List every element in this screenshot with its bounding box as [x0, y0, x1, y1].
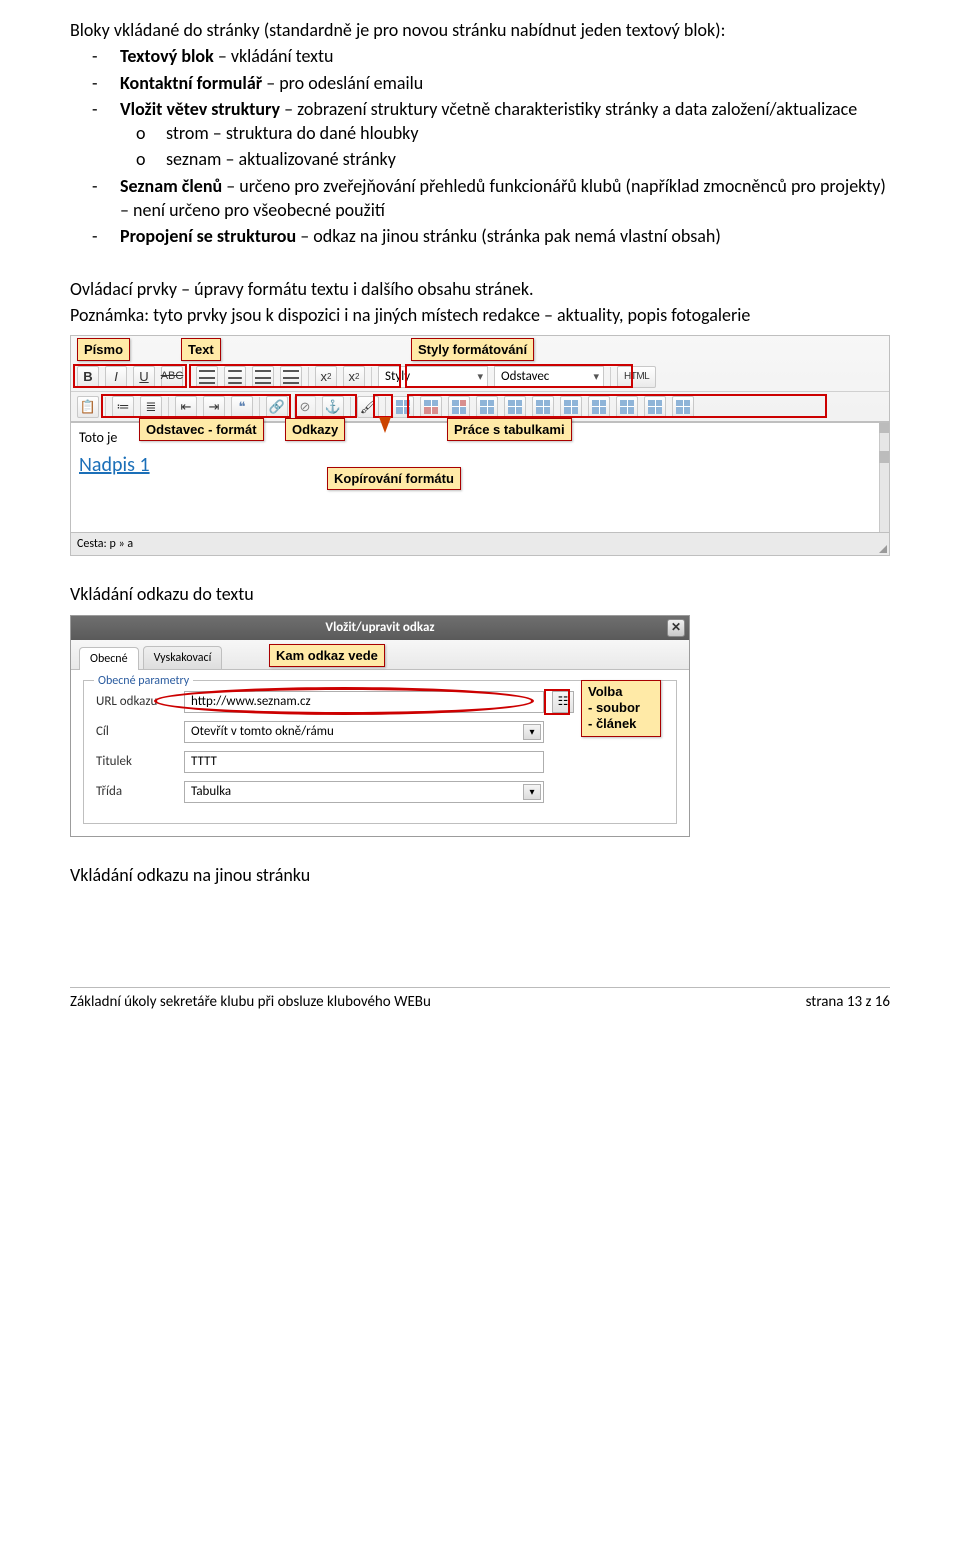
tab-obecne[interactable]: Obecné: [79, 647, 139, 670]
heading-link: Vkládání odkazu do textu: [70, 582, 890, 606]
table-cell-props-button[interactable]: [448, 396, 470, 418]
list-item: Propojení se strukturou – odkaz na jinou…: [120, 224, 890, 248]
callout-styly: Styly formátování: [411, 338, 534, 361]
underline-button[interactable]: U: [133, 366, 155, 388]
sup-button[interactable]: x2: [343, 366, 365, 388]
link-dialog: Vložit/upravit odkaz ✕ Obecné Vyskakovac…: [70, 615, 690, 837]
list-item: Textový blok – vkládání textu: [120, 44, 890, 68]
intro-text: Bloky vkládané do stránky (standardně je…: [70, 18, 890, 42]
html-button[interactable]: HTML: [617, 366, 656, 388]
callout-kam: Kam odkaz vede: [269, 644, 385, 667]
callout-text: Text: [181, 338, 221, 361]
align-center-button[interactable]: [224, 366, 246, 388]
editor-path: Cesta: p » a: [71, 532, 889, 555]
sub-button[interactable]: x2: [315, 366, 337, 388]
bold-button[interactable]: B: [77, 366, 99, 388]
dialog-title-text: Vložit/upravit odkaz: [325, 619, 434, 637]
tab-vyskakovaci[interactable]: Vyskakovací: [143, 646, 223, 669]
resize-grip-icon[interactable]: [879, 545, 887, 553]
callout-odkazy: Odkazy: [285, 418, 345, 441]
table-row-before-button[interactable]: [476, 396, 498, 418]
align-justify-button[interactable]: [280, 366, 302, 388]
table-insert-button[interactable]: [392, 396, 414, 418]
table-col-delete-button[interactable]: [616, 396, 638, 418]
anchor-button[interactable]: ⚓: [322, 396, 344, 418]
heading-link-page: Vkládání odkazu na jinou stránku: [70, 863, 890, 887]
italic-button[interactable]: I: [105, 366, 127, 388]
number-list-button[interactable]: ≣: [140, 396, 162, 418]
page-footer: Základní úkoly sekretáře klubu při obslu…: [70, 987, 890, 1012]
callout-pismo: Písmo: [77, 338, 130, 361]
url-input[interactable]: http://www.seznam.cz: [184, 691, 544, 713]
paragraph-select[interactable]: Odstavec: [494, 366, 604, 388]
block-list: Textový blok – vkládání textu Kontaktní …: [70, 44, 890, 248]
table-row-after-button[interactable]: [504, 396, 526, 418]
bullet-list-button[interactable]: ≔: [112, 396, 134, 418]
title-input[interactable]: TTTT: [184, 751, 544, 773]
controls-intro-2: Poznámka: tyto prvky jsou k dispozici i …: [70, 303, 890, 327]
unlink-button[interactable]: ⊘: [294, 396, 316, 418]
list-item: strom – struktura do dané hloubky: [166, 121, 890, 145]
class-select[interactable]: Tabulka▾: [184, 781, 544, 803]
paste-button[interactable]: 📋: [77, 396, 99, 418]
list-item: Vložit větev struktury – zobrazení struk…: [120, 97, 890, 172]
list-item: Kontaktní formulář – pro odeslání emailu: [120, 71, 890, 95]
dialog-titlebar: Vložit/upravit odkaz ✕: [71, 616, 689, 640]
strike-button[interactable]: ABC: [161, 366, 183, 388]
outdent-button[interactable]: ⇤: [175, 396, 197, 418]
align-left-button[interactable]: [196, 366, 218, 388]
class-label: Třída: [96, 783, 176, 801]
table-row-props-button[interactable]: [420, 396, 442, 418]
sublist: strom – struktura do dané hloubky seznam…: [120, 121, 890, 172]
editor-line1: Toto je: [79, 429, 117, 446]
table-merge-button[interactable]: [672, 396, 694, 418]
callout-kopir: Kopírování formátu: [327, 467, 461, 490]
copyformat-button[interactable]: 🖌: [357, 396, 379, 418]
blockquote-button[interactable]: ❝: [231, 396, 253, 418]
controls-intro-1: Ovládací prvky – úpravy formátu textu i …: [70, 277, 890, 301]
target-label: Cíl: [96, 723, 176, 741]
align-right-button[interactable]: [252, 366, 274, 388]
indent-button[interactable]: ⇥: [203, 396, 225, 418]
fieldset-legend: Obecné parametry: [94, 673, 193, 689]
table-row-delete-button[interactable]: [532, 396, 554, 418]
url-label: URL odkazu: [96, 693, 176, 711]
footer-left: Základní úkoly sekretáře klubu při obslu…: [70, 992, 431, 1012]
list-item: seznam – aktualizované stránky: [166, 147, 890, 171]
dialog-close-button[interactable]: ✕: [667, 619, 685, 637]
editor-heading: Nadpis 1: [79, 452, 881, 479]
callout-volba: Volba - soubor - článek: [581, 680, 661, 737]
table-col-before-button[interactable]: [560, 396, 582, 418]
target-select[interactable]: Otevřít v tomto okně/rámu▾: [184, 721, 544, 743]
title-label: Titulek: [96, 753, 176, 771]
styles-select[interactable]: Styly: [378, 366, 488, 388]
callout-tabulky: Práce s tabulkami: [447, 418, 572, 441]
link-button[interactable]: 🔗: [266, 396, 288, 418]
table-col-after-button[interactable]: [588, 396, 610, 418]
footer-right: strana 13 z 16: [806, 992, 890, 1012]
callout-odstavec: Odstavec - formát: [139, 418, 264, 441]
editor-toolbar-figure: Písmo Text Styly formátování B I U ABC x…: [70, 335, 890, 556]
browse-button[interactable]: ☷: [552, 691, 574, 713]
table-split-button[interactable]: [644, 396, 666, 418]
list-item: Seznam členů – určeno pro zveřejňování p…: [120, 174, 890, 223]
